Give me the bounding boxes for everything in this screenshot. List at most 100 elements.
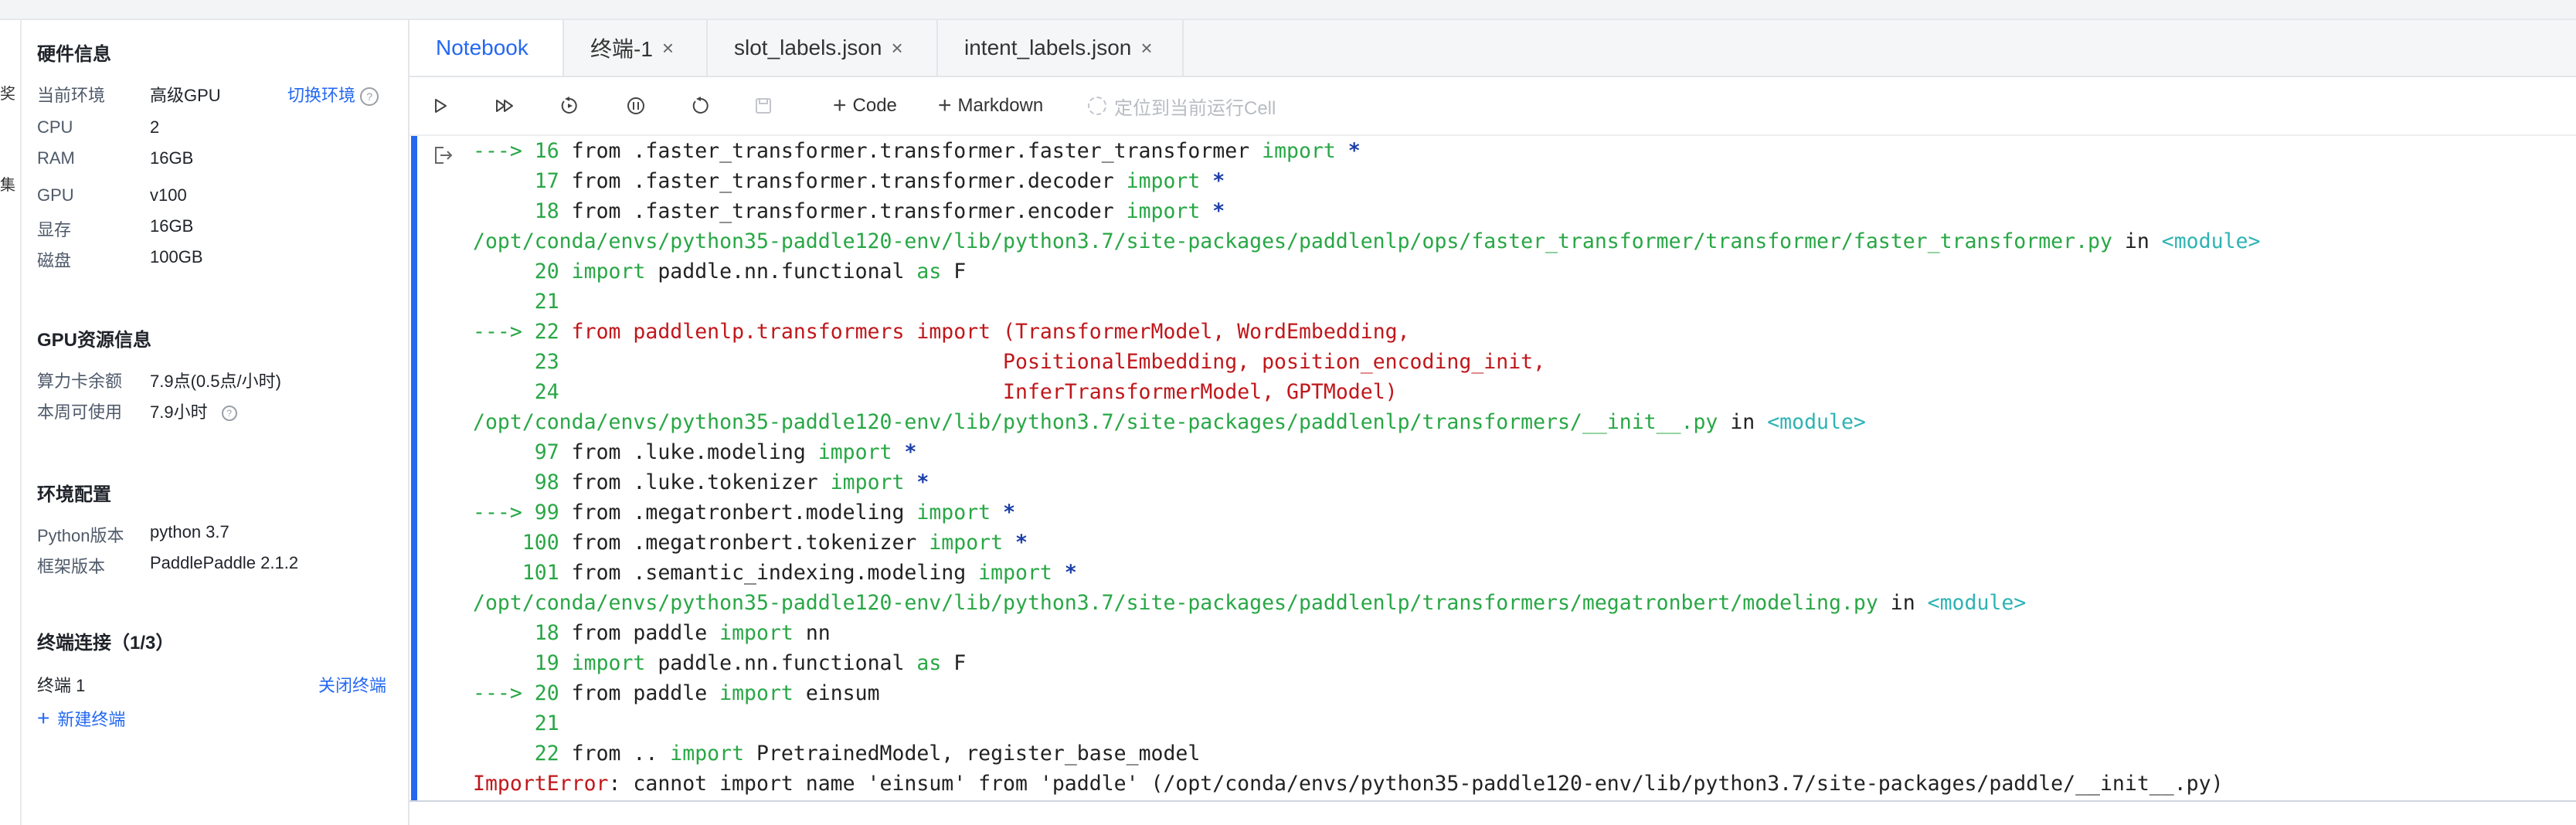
- vram-value: 16GB: [150, 216, 194, 236]
- tab-intent-labels[interactable]: intent_labels.json ×: [938, 20, 1184, 76]
- vram-label: 显存: [37, 220, 72, 239]
- traceback-line: ---> 20 from paddle import einsum: [473, 681, 880, 705]
- traceback-line: 21: [534, 290, 559, 314]
- cpu-value: 2: [150, 117, 160, 137]
- active-cell-indicator: [411, 136, 417, 800]
- ram-value: 16GB: [150, 148, 194, 168]
- refresh-icon: [692, 97, 709, 114]
- gpu-value: v100: [150, 185, 187, 205]
- terminal-conn-title: 终端连接（1/3）: [37, 633, 175, 654]
- weekly-available-value: 7.9小时 ?: [150, 399, 237, 423]
- traceback-line: ---> 99 from .megatronbert.modeling impo…: [473, 501, 1016, 525]
- left-activity-rail: 奖 集: [0, 20, 22, 825]
- traceback-line: 18 from paddle import nn: [534, 621, 831, 645]
- traceback-line: 24 InferTransformerModel, GPTModel): [534, 380, 1398, 404]
- card-balance-value: 7.9点(0.5点/小时): [150, 372, 281, 391]
- weekly-help-icon[interactable]: ?: [221, 406, 237, 422]
- tab-terminal-1-label[interactable]: 终端-1: [590, 32, 653, 63]
- plus-icon: +: [37, 706, 50, 730]
- traceback-line: 21: [534, 711, 559, 735]
- traceback-file-line: /opt/conda/envs/python35-paddle120-env/l…: [473, 591, 2027, 615]
- notebook-toolbar: + Code + Markdown 定位到当前运行Cell: [410, 77, 2576, 136]
- new-terminal-button[interactable]: + 新建终端: [37, 706, 125, 731]
- traceback-line: ---> 22 from paddlenlp.transformers impo…: [473, 320, 1410, 344]
- add-code-label[interactable]: Code: [853, 95, 897, 117]
- traceback-line: 101 from .semantic_indexing.modeling imp…: [522, 561, 1077, 585]
- import-error-line: ImportError: cannot import name 'einsum'…: [473, 772, 2224, 796]
- traceback-line: 98 from .luke.tokenizer import *: [534, 470, 929, 494]
- disk-label: 磁盘: [37, 251, 72, 270]
- weekly-available-text: 7.9小时: [150, 402, 208, 422]
- hardware-info-title: 硬件信息: [37, 44, 111, 65]
- close-icon[interactable]: ×: [1140, 36, 1152, 60]
- output-toggle-icon[interactable]: [431, 144, 454, 167]
- tab-intent-labels-label[interactable]: intent_labels.json: [964, 36, 1131, 60]
- save-icon: [756, 98, 771, 114]
- help-icon[interactable]: ?: [360, 87, 379, 107]
- locate-icon: [1088, 97, 1106, 115]
- traceback-line: 22 from .. import PretrainedModel, regis…: [534, 742, 1201, 766]
- tab-notebook[interactable]: Notebook: [410, 20, 564, 76]
- tab-terminal-1[interactable]: 终端-1 ×: [564, 20, 708, 76]
- locate-running-cell-button[interactable]: 定位到当前运行Cell: [1088, 93, 1276, 119]
- current-env-label: 当前环境: [37, 86, 106, 105]
- tab-slot-labels[interactable]: slot_labels.json ×: [708, 20, 938, 76]
- traceback-line: ---> 16 from .faster_transformer.transfo…: [473, 139, 1361, 163]
- traceback-line: 97 from .luke.modeling import *: [534, 440, 917, 464]
- locate-running-cell-label[interactable]: 定位到当前运行Cell: [1114, 93, 1276, 120]
- switch-env-label[interactable]: 切换环境: [287, 86, 355, 105]
- window-top-strip: [0, 0, 2576, 20]
- switch-env-link[interactable]: 切换环境 ?: [287, 82, 379, 107]
- current-env-value: 高级GPU: [150, 86, 221, 105]
- disk-value: 100GB: [150, 247, 203, 267]
- cell-bottom-divider: [410, 800, 2576, 802]
- python-version-value: python 3.7: [150, 522, 229, 542]
- terminal-item-label: 终端 1: [37, 676, 86, 695]
- close-icon[interactable]: ×: [662, 36, 674, 60]
- gpu-label: GPU: [37, 185, 74, 205]
- run-all-button[interactable]: [494, 93, 516, 119]
- add-markdown-label[interactable]: Markdown: [958, 95, 1044, 117]
- output-cell[interactable]: ---> 16 from .faster_transformer.transfo…: [410, 136, 2576, 800]
- fast-forward-icon: [496, 100, 513, 112]
- tab-notebook-label[interactable]: Notebook: [436, 36, 528, 60]
- traceback-line: 19 import paddle.nn.functional as F: [534, 651, 967, 675]
- traceback-line: 23 PositionalEmbedding, position_encodin…: [534, 350, 1546, 374]
- new-terminal-label[interactable]: 新建终端: [57, 710, 125, 729]
- rail-glyph-2[interactable]: 集: [0, 176, 15, 195]
- ram-label: RAM: [37, 148, 75, 168]
- add-markdown-cell-button[interactable]: + Markdown: [938, 93, 1043, 119]
- editor-tab-bar: Notebook 终端-1 × slot_labels.json × inten…: [410, 20, 2576, 77]
- restart-kernel-button[interactable]: [691, 93, 711, 119]
- plus-icon: +: [833, 93, 847, 118]
- python-version-label: Python版本: [37, 526, 124, 545]
- weekly-available-label: 本周可使用: [37, 402, 123, 422]
- traceback-line: 20 import paddle.nn.functional as F: [534, 260, 967, 283]
- framework-version-label: 框架版本: [37, 557, 106, 576]
- gpu-resource-title: GPU资源信息: [37, 330, 152, 351]
- traceback-line: 17 from .faster_transformer.transformer.…: [534, 169, 1225, 193]
- restart-run-icon: [561, 97, 577, 114]
- add-code-cell-button[interactable]: + Code: [833, 93, 897, 119]
- cpu-label: CPU: [37, 117, 73, 137]
- env-config-title: 环境配置: [37, 484, 111, 505]
- run-cell-button[interactable]: [431, 93, 450, 119]
- play-icon: [435, 99, 447, 113]
- tab-slot-labels-label[interactable]: slot_labels.json: [734, 36, 882, 60]
- framework-version-value: PaddlePaddle 2.1.2: [150, 553, 299, 572]
- traceback-output: ---> 16 from .faster_transformer.transfo…: [473, 136, 2260, 799]
- pause-icon: [627, 97, 644, 114]
- traceback-line: 100 from .megatronbert.tokenizer import …: [522, 531, 1028, 555]
- close-terminal-link[interactable]: 关闭终端: [318, 672, 386, 697]
- environment-side-panel: 硬件信息 当前环境 高级GPU 切换环境 ? CPU 2 RAM 16GB GP…: [22, 20, 410, 825]
- card-balance-label: 算力卡余额: [37, 372, 123, 391]
- traceback-file-line: /opt/conda/envs/python35-paddle120-env/l…: [473, 229, 2261, 253]
- plus-icon: +: [938, 93, 952, 118]
- rail-glyph-1[interactable]: 奖: [0, 85, 15, 104]
- save-button[interactable]: [754, 93, 773, 119]
- traceback-line: 18 from .faster_transformer.transformer.…: [534, 199, 1225, 223]
- close-icon[interactable]: ×: [891, 36, 902, 60]
- traceback-file-line: /opt/conda/envs/python35-paddle120-env/l…: [473, 410, 1866, 434]
- interrupt-button[interactable]: [626, 93, 646, 119]
- restart-run-button[interactable]: [559, 93, 579, 119]
